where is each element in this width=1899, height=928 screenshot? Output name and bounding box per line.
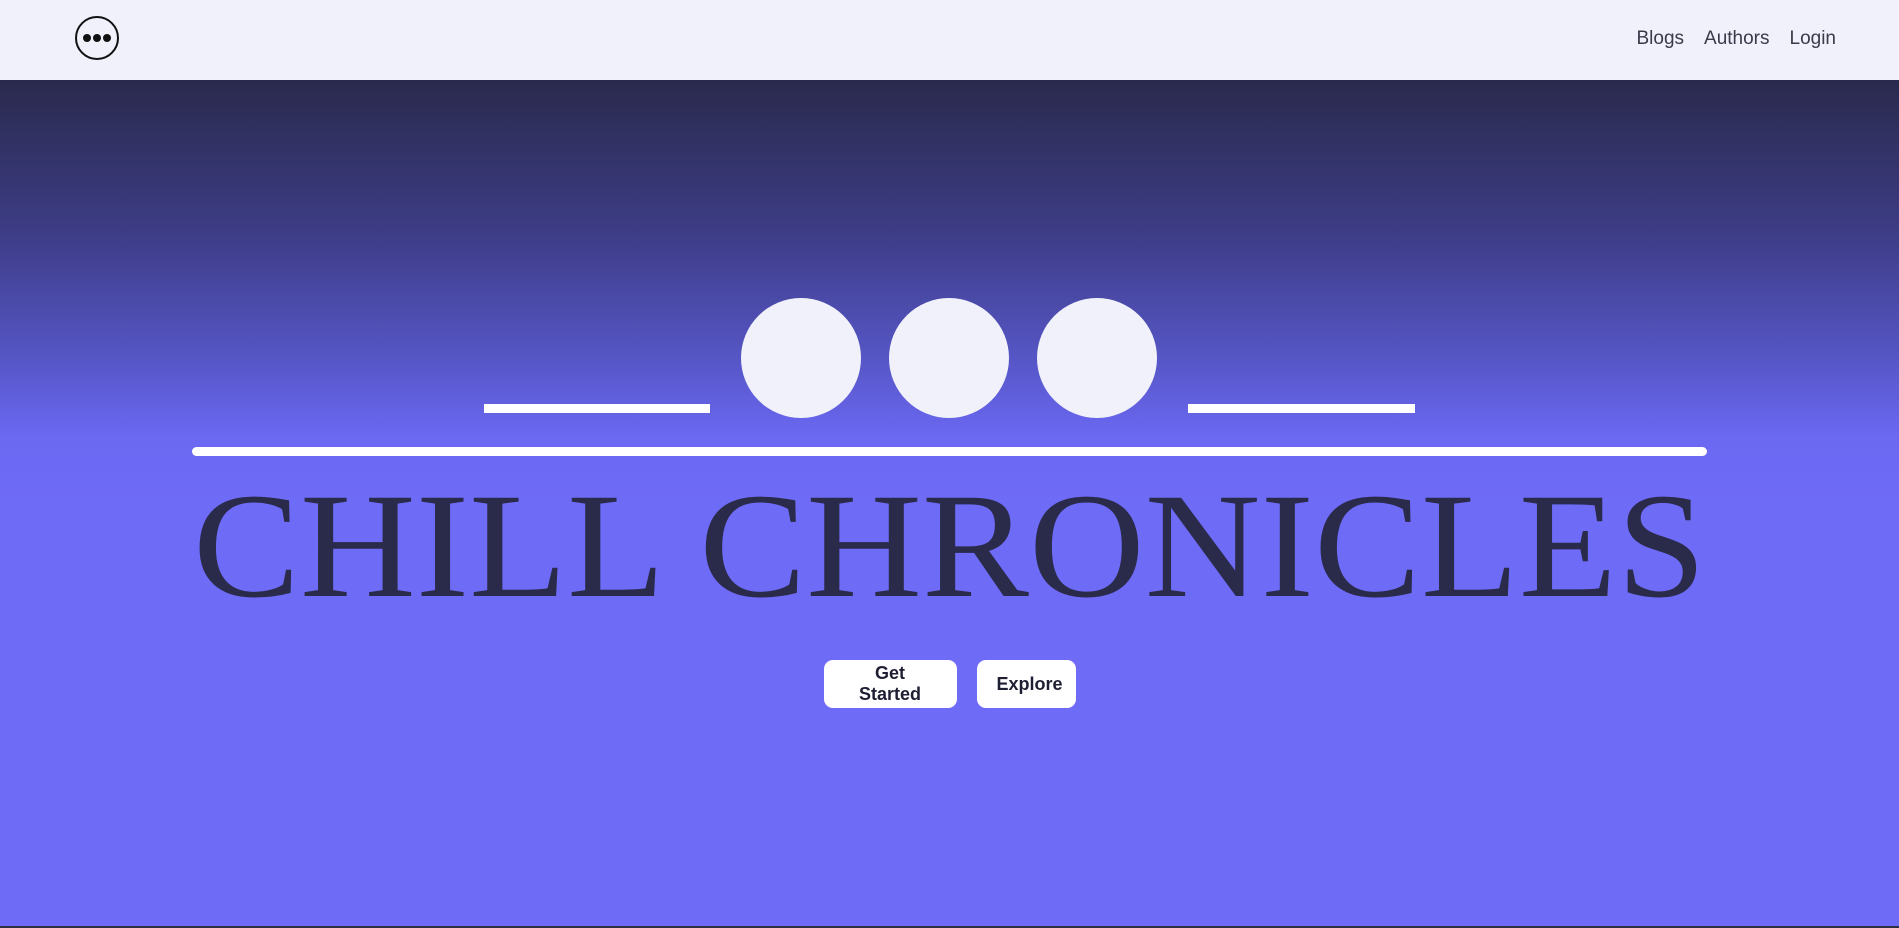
hero-buttons: Get Started Explore: [0, 660, 1899, 708]
hero-title-svg: CHILL CHRONICLES: [193, 463, 1706, 629]
nav-links: Blogs Authors Login: [1636, 0, 1836, 77]
nav-link-authors[interactable]: Authors: [1704, 28, 1769, 50]
top-navbar: Blogs Authors Login: [0, 0, 1899, 80]
logo-dot: [83, 34, 91, 42]
logo-dot: [103, 34, 111, 42]
logo-dot: [93, 34, 101, 42]
hero-section: CHILL CHRONICLES Get Started Explore: [0, 80, 1899, 928]
nav-link-blogs[interactable]: Blogs: [1636, 28, 1684, 50]
get-started-button[interactable]: Get Started: [823, 660, 957, 708]
logo-three-dots-icon[interactable]: [75, 16, 119, 60]
nav-link-login[interactable]: Login: [1790, 28, 1837, 50]
explore-button[interactable]: Explore: [976, 660, 1076, 708]
hero-title: CHILL CHRONICLES: [193, 463, 1706, 629]
